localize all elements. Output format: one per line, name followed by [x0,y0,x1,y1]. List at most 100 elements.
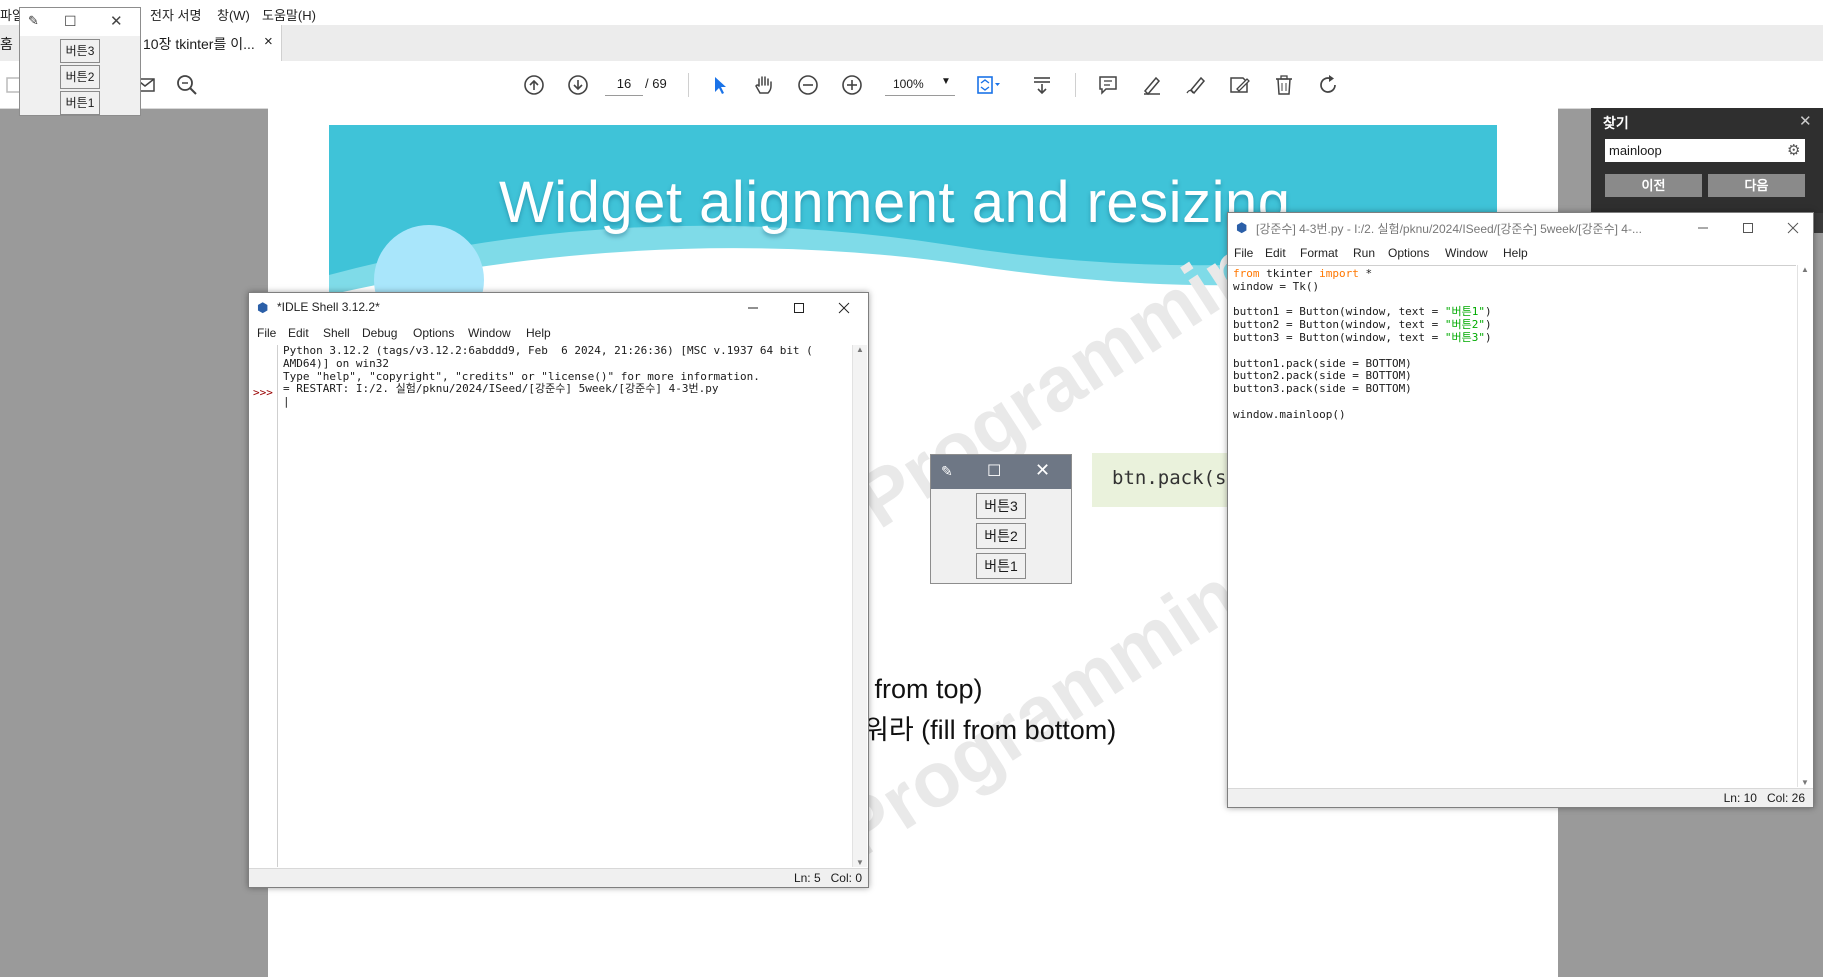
editor-menu-format[interactable]: Format [1300,246,1338,260]
shell-menu-shell[interactable]: Shell [323,326,350,340]
code-text: ) [1485,330,1492,344]
scroll-mode-icon[interactable] [1028,71,1056,99]
close-icon[interactable]: ✕ [110,12,123,30]
shell-status: Ln: 5 Col: 0 [793,871,862,885]
shell-menu-options[interactable]: Options [413,326,454,340]
editor-menubar: File Edit Format Run Options Window Help [1228,243,1813,265]
idle-shell-window[interactable]: ⬢ *IDLE Shell 3.12.2* File Edit Shell De… [248,292,869,888]
maximize-icon[interactable] [1738,218,1758,238]
menu-bar: 파일 전자 서명 창(W) 도움말(H) [0,0,1823,25]
menu-esign[interactable]: 전자 서명 [150,5,201,24]
shell-prompt: >>> [253,386,273,399]
scroll-down-icon[interactable]: ▼ [856,858,864,867]
zoom-in-icon[interactable] [838,71,866,99]
shell-menu-debug[interactable]: Debug [362,326,397,340]
shell-cursor: | [283,395,290,409]
editor-status: Ln: 10 Col: 26 [1723,791,1805,805]
scroll-down-icon[interactable]: ▼ [1801,778,1809,787]
code-text: tkinter [1259,267,1320,280]
editor-statusbar: Ln: 10 Col: 26 [1228,788,1813,807]
comment-icon[interactable] [1094,71,1122,99]
find-next-button[interactable]: 다음 [1708,174,1805,197]
code-text: * [1358,267,1373,280]
code-line: window = Tk() [1233,279,1320,293]
editor-menu-options[interactable]: Options [1388,246,1429,260]
zoom-select[interactable]: 100% ▼ [885,73,955,96]
code-line: from tkinter import * [1233,267,1492,281]
scroll-up-icon[interactable]: ▲ [856,345,864,354]
zoom-out-icon[interactable] [794,71,822,99]
shell-menu-file[interactable]: File [257,326,276,340]
tk-button-2[interactable]: 버튼2 [60,65,100,89]
editor-menu-edit[interactable]: Edit [1265,246,1286,260]
editor-scrollbar[interactable]: ▲ ▼ [1797,265,1812,787]
menu-window[interactable]: 창(W) [217,5,250,24]
code-text: ) [1485,318,1492,332]
editor-menu-run[interactable]: Run [1353,246,1375,260]
code-text: button3 = Button(window, text = [1233,330,1445,344]
shell-titlebar[interactable]: ⬢ *IDLE Shell 3.12.2* [249,293,868,323]
fit-page-icon[interactable] [974,71,1002,99]
scroll-up-icon[interactable]: ▲ [1801,265,1809,274]
demo-button-3: 버튼3 [976,493,1026,519]
tk-demo-window-image: ✎ ☐ ✕ 버튼3 버튼2 버튼1 [930,454,1072,584]
shell-scrollbar[interactable]: ▲ ▼ [852,345,867,867]
menu-help[interactable]: 도움말(H) [262,5,316,24]
editor-titlebar[interactable]: ⬢ [강준수] 4-3번.py - I:/2. 실험/pknu/2024/ISe… [1228,213,1813,243]
shell-menu-edit[interactable]: Edit [288,326,309,340]
code-string: "버튼1" [1444,305,1486,319]
tk-small-titlebar[interactable]: ✎ ☐ ✕ [20,8,140,36]
page-count: / 69 [645,76,667,91]
tk-small-window[interactable]: ✎ ☐ ✕ 버튼3 버튼2 버튼1 [19,7,141,116]
shell-menu-window[interactable]: Window [468,326,511,340]
code-line: window.mainloop() [1233,407,1346,421]
maximize-icon[interactable]: ☐ [64,13,77,30]
gear-icon[interactable]: ⚙ [1787,141,1800,159]
tk-button-3[interactable]: 버튼3 [60,39,100,63]
maximize-icon[interactable] [789,298,809,318]
edit-text-icon[interactable] [1226,71,1254,99]
code-string: "버튼2" [1444,318,1486,332]
feather-icon: ✎ [28,13,39,28]
next-page-icon[interactable] [564,71,592,99]
zoom-search-icon[interactable] [173,71,201,99]
idle-editor-window[interactable]: ⬢ [강준수] 4-3번.py - I:/2. 실험/pknu/2024/ISe… [1227,212,1814,808]
shell-statusbar: Ln: 5 Col: 0 [249,868,868,887]
feather-icon: ✎ [941,463,953,479]
editor-text-area[interactable]: from tkinter import * window = Tk() butt… [1228,265,1796,788]
toolbar: 16 / 69 100% ▼ [0,61,1823,109]
editor-menu-window[interactable]: Window [1445,246,1488,260]
tk-demo-titlebar: ✎ ☐ ✕ [931,455,1071,489]
close-icon[interactable] [834,298,854,318]
trash-icon[interactable] [1270,71,1298,99]
prev-page-icon[interactable] [520,71,548,99]
find-input[interactable]: mainloop [1605,139,1805,162]
tk-button-1[interactable]: 버튼1 [60,91,100,115]
minimize-icon[interactable] [1693,218,1713,238]
shell-menu-help[interactable]: Help [526,326,551,340]
shell-output[interactable]: Python 3.12.2 (tags/v3.12.2:6abddd9, Feb… [283,345,843,867]
tab-home[interactable]: 홈 [0,34,13,54]
code-keyword: from [1233,267,1260,280]
code-text: button2 = Button(window, text = [1233,318,1445,332]
tab-document-label: 10장 tkinter를 이... [143,36,255,52]
slide-title: Widget alignment and resizing [499,170,1291,235]
editor-menu-help[interactable]: Help [1503,246,1528,260]
tab-document[interactable]: 10장 tkinter를 이... × [133,25,282,61]
find-panel: 찾기 ✕ mainloop ⚙ 이전 다음 [1591,108,1823,213]
draw-sign-icon[interactable] [1182,71,1210,99]
close-icon[interactable] [1783,218,1803,238]
hand-tool-icon[interactable] [750,71,778,99]
shell-line: AMD64)] on win32 [283,356,389,370]
editor-menu-file[interactable]: File [1234,246,1253,260]
page-number-input[interactable]: 16 [605,73,643,96]
minimize-icon[interactable] [743,298,763,318]
code-text: ) [1485,305,1492,319]
select-cursor-icon[interactable] [706,71,734,99]
rotate-icon[interactable] [1314,71,1342,99]
close-tab-icon[interactable]: × [264,33,273,50]
find-prev-button[interactable]: 이전 [1605,174,1702,197]
close-icon[interactable]: ✕ [1799,112,1812,130]
python-file-icon: ⬢ [1236,220,1248,235]
highlight-pen-icon[interactable] [1138,71,1166,99]
